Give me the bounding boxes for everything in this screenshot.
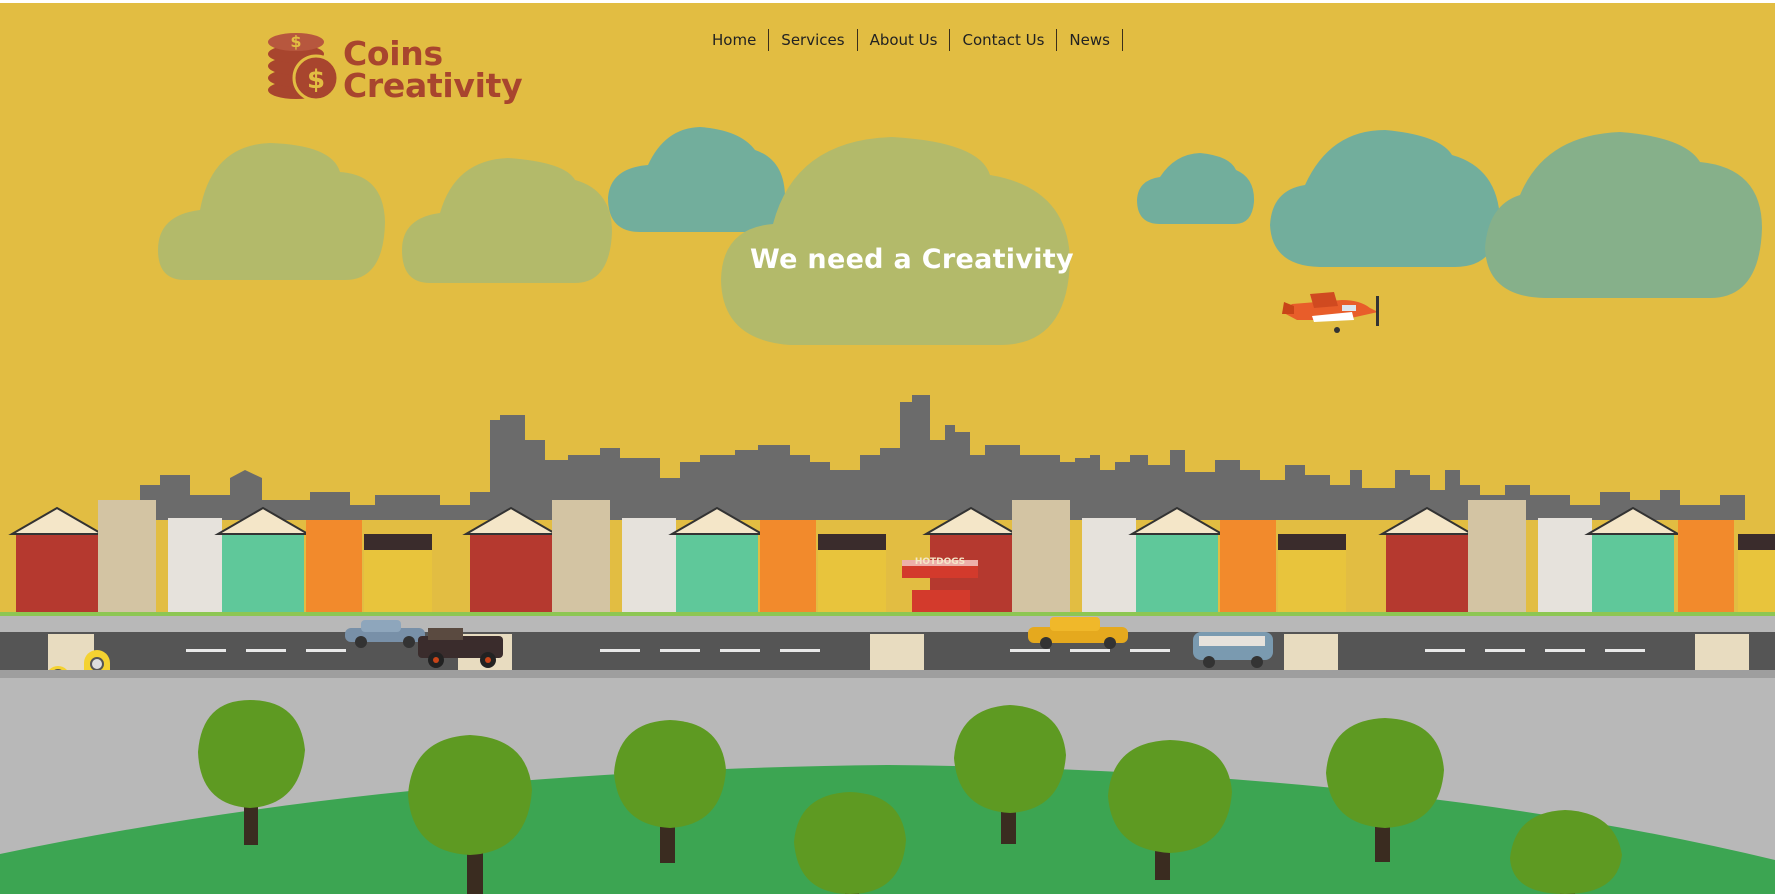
roof [364, 534, 432, 550]
building [1082, 518, 1136, 614]
building [1738, 548, 1775, 614]
top-border [0, 0, 1775, 3]
roof [1738, 534, 1775, 550]
curb [0, 612, 1775, 616]
brand-line2: Creativity [343, 66, 523, 105]
building [222, 532, 304, 614]
building [1386, 532, 1468, 614]
nav-about-us[interactable]: About Us [858, 29, 951, 51]
building [1592, 532, 1674, 614]
building [1538, 518, 1592, 614]
svg-text:$: $ [307, 65, 325, 95]
building [1012, 500, 1070, 614]
building [760, 520, 816, 614]
nav-home[interactable]: Home [700, 29, 770, 51]
roof [818, 534, 886, 550]
nav-news[interactable]: News [1057, 29, 1123, 51]
hero-title: We need a Creativity [750, 244, 1074, 275]
building [552, 500, 610, 614]
building [1136, 532, 1218, 614]
sidewalk [0, 614, 1775, 632]
building [168, 518, 222, 614]
brand-logo[interactable]: Coins Creativity [343, 37, 523, 105]
building [1278, 548, 1346, 614]
building [306, 520, 362, 614]
building [364, 548, 432, 614]
building [1468, 500, 1526, 614]
page: HOTDOGS $ $ Coins Creativity Home Servic… [0, 0, 1775, 894]
building [622, 518, 676, 614]
svg-text:$: $ [290, 32, 301, 51]
building [98, 500, 156, 614]
building [818, 548, 886, 614]
building [676, 532, 758, 614]
nav-contact-us[interactable]: Contact Us [950, 29, 1058, 51]
building [1678, 520, 1734, 614]
tree-icon [794, 792, 906, 894]
hotdog-sign: HOTDOGS [915, 557, 965, 567]
background-scene: HOTDOGS $ $ [0, 0, 1775, 894]
building [470, 532, 552, 614]
main-nav: Home Services About Us Contact Us News [700, 27, 1123, 53]
building [16, 532, 98, 614]
nav-services[interactable]: Services [769, 29, 858, 51]
building [1220, 520, 1276, 614]
roof [1278, 534, 1346, 550]
